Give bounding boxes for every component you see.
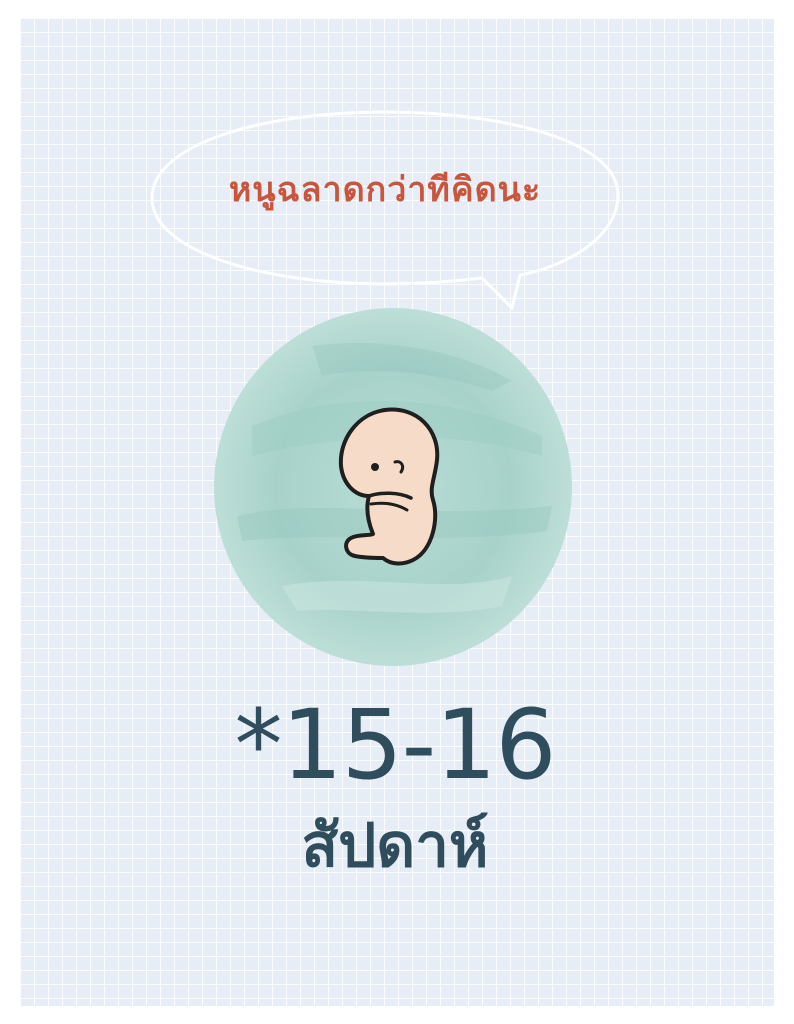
weeks-range-heading: *15-16	[234, 689, 557, 801]
weeks-unit-label: สัปดาห์	[301, 811, 489, 881]
speech-bubble-text: หนูฉลาดกว่าทีคิดนะ	[228, 170, 542, 210]
fetus-icon	[338, 407, 440, 566]
